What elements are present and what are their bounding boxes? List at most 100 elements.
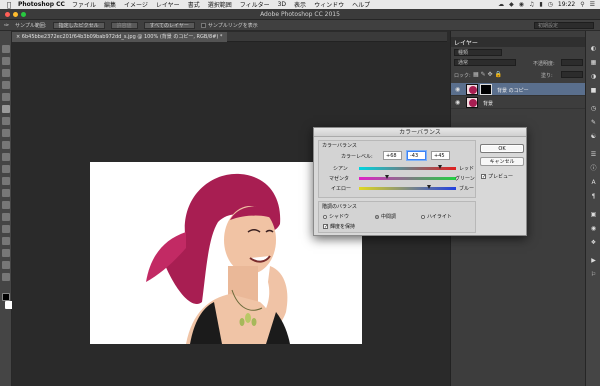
blend-mode-select[interactable]: 通常 bbox=[454, 59, 516, 66]
opacity-field[interactable] bbox=[561, 59, 583, 66]
apple-icon[interactable]:  bbox=[0, 1, 18, 9]
swatches-panel-icon[interactable]: ▦ bbox=[590, 59, 597, 66]
ok-button[interactable]: OK bbox=[480, 144, 524, 153]
yellow-blue-slider[interactable] bbox=[359, 185, 456, 190]
magenta-green-level-field[interactable]: -43 bbox=[407, 151, 426, 160]
history-panel-icon[interactable]: ◷ bbox=[590, 105, 597, 112]
cloud-icon[interactable]: ☁ bbox=[498, 1, 504, 8]
preserve-luminosity-checkbox[interactable]: ✓ 輝度を保持 bbox=[323, 223, 355, 230]
gradient-tool-icon[interactable] bbox=[2, 177, 10, 185]
channels-panel-icon[interactable]: ◉ bbox=[590, 225, 597, 232]
kind-filter-select[interactable]: 種類 bbox=[454, 49, 502, 56]
menu-list-icon[interactable]: ☰ bbox=[590, 1, 595, 8]
cyan-red-level-field[interactable]: +68 bbox=[383, 151, 402, 160]
eyedropper-tool-button[interactable] bbox=[2, 105, 10, 113]
healing-brush-tool-icon[interactable] bbox=[2, 117, 10, 125]
navigator-panel-icon[interactable]: ⚐ bbox=[590, 271, 597, 278]
lock-icons[interactable]: ▦ ✎ ✥ 🔒 bbox=[473, 71, 502, 78]
menu-image[interactable]: イメージ bbox=[124, 0, 148, 9]
radio-circle[interactable] bbox=[421, 214, 425, 219]
dodge-tool-icon[interactable] bbox=[2, 201, 10, 209]
volume-icon[interactable]: ♫ bbox=[529, 1, 534, 8]
menu-type[interactable]: 書式 bbox=[188, 0, 200, 9]
yellow-blue-level-field[interactable]: +45 bbox=[431, 151, 450, 160]
tolerance-select[interactable]: 許容値 bbox=[110, 21, 138, 29]
blur-tool-icon[interactable] bbox=[2, 189, 10, 197]
sample-layers-select[interactable]: すべてのレイヤー bbox=[143, 21, 195, 29]
eye-icon[interactable]: ◉ bbox=[455, 86, 460, 93]
cancel-button[interactable]: キャンセル bbox=[480, 157, 524, 166]
menu-window[interactable]: ウィンドウ bbox=[314, 0, 344, 9]
move-tool-icon[interactable] bbox=[2, 45, 10, 53]
app-menu[interactable]: Photoshop CC bbox=[18, 1, 65, 8]
layer-row-background[interactable]: ◉ 背景 bbox=[451, 96, 586, 109]
eraser-tool-icon[interactable] bbox=[2, 165, 10, 173]
document-tab[interactable]: × 6b45bbe2372ec201f64b3b09bab972dd_s.jpg… bbox=[12, 32, 227, 42]
dropbox-icon[interactable]: ◆ bbox=[509, 1, 514, 8]
lasso-tool-icon[interactable] bbox=[2, 69, 10, 77]
sampling-ring-checkbox[interactable]: サンプルリングを表示 bbox=[200, 22, 258, 29]
brush-panel-icon[interactable]: ✎ bbox=[590, 119, 597, 126]
highlights-radio[interactable]: ハイライト bbox=[421, 213, 452, 220]
zoom-tool-icon[interactable] bbox=[2, 273, 10, 281]
midtones-radio[interactable]: 中間調 bbox=[375, 213, 396, 220]
tab-layers[interactable]: レイヤー bbox=[454, 38, 478, 47]
layer-mask-thumbnail[interactable] bbox=[480, 84, 492, 95]
paragraph-panel-icon[interactable]: ¶ bbox=[590, 193, 597, 200]
quick-select-tool-icon[interactable] bbox=[2, 81, 10, 89]
marquee-tool-icon[interactable] bbox=[2, 57, 10, 65]
radio-circle-selected[interactable] bbox=[375, 214, 379, 219]
workspace-select[interactable]: 初期設定 bbox=[534, 21, 594, 29]
properties-panel-icon[interactable]: ☰ bbox=[590, 151, 597, 158]
eye-icon[interactable]: ◉ bbox=[455, 99, 460, 106]
shape-tool-icon[interactable] bbox=[2, 249, 10, 257]
paths-panel-icon[interactable]: ❖ bbox=[590, 239, 597, 246]
yellow-blue-slider-knob[interactable] bbox=[427, 185, 432, 189]
preview-checkbox[interactable]: ✓ プレビュー bbox=[481, 173, 513, 180]
cyan-red-slider-knob[interactable] bbox=[438, 165, 443, 169]
checkmark-icon[interactable]: ✓ bbox=[481, 174, 486, 180]
menu-select[interactable]: 選択範囲 bbox=[208, 0, 232, 9]
foreground-color-swatch[interactable] bbox=[2, 293, 10, 301]
styles-panel-icon[interactable]: ■ bbox=[590, 87, 597, 94]
menu-3d[interactable]: 3D bbox=[278, 1, 286, 8]
history-brush-tool-icon[interactable] bbox=[2, 153, 10, 161]
shadows-radio[interactable]: シャドウ bbox=[323, 213, 349, 220]
checkbox-box[interactable] bbox=[200, 22, 206, 28]
crop-tool-icon[interactable] bbox=[2, 93, 10, 101]
menu-file[interactable]: ファイル bbox=[72, 0, 96, 9]
search-icon[interactable]: ⚲ bbox=[580, 1, 584, 8]
clone-source-panel-icon[interactable]: ☯ bbox=[590, 133, 597, 140]
cyan-red-slider[interactable] bbox=[359, 165, 456, 170]
path-select-tool-icon[interactable] bbox=[2, 237, 10, 245]
shadows-label: シャドウ bbox=[329, 214, 350, 220]
pen-tool-icon[interactable] bbox=[2, 213, 10, 221]
clone-stamp-tool-icon[interactable] bbox=[2, 141, 10, 149]
radio-circle[interactable] bbox=[323, 214, 327, 219]
menu-view[interactable]: 表示 bbox=[294, 0, 306, 9]
actions-panel-icon[interactable]: ▶ bbox=[590, 257, 597, 264]
eyedropper-tool-icon[interactable]: ✑ bbox=[4, 22, 9, 29]
wifi-icon[interactable]: ◉ bbox=[519, 1, 524, 8]
menubar-clock[interactable]: 19:22 bbox=[558, 1, 575, 8]
menu-edit[interactable]: 編集 bbox=[104, 0, 116, 9]
menu-layer[interactable]: レイヤー bbox=[156, 0, 180, 9]
battery-icon[interactable]: ▮ bbox=[539, 1, 542, 8]
fill-field[interactable] bbox=[561, 71, 583, 78]
brush-tool-icon[interactable] bbox=[2, 129, 10, 137]
layers-panel-icon[interactable]: ▣ bbox=[590, 211, 597, 218]
lock-label: ロック: bbox=[454, 73, 471, 79]
sample-size-select[interactable]: 指定したピクセル bbox=[52, 21, 105, 29]
character-panel-icon[interactable]: A bbox=[590, 179, 597, 186]
magenta-green-slider[interactable] bbox=[359, 175, 456, 180]
menu-help[interactable]: ヘルプ bbox=[352, 0, 370, 9]
magenta-green-slider-knob[interactable] bbox=[384, 175, 389, 179]
info-panel-icon[interactable]: ⓘ bbox=[590, 165, 597, 172]
checkmark-icon[interactable]: ✓ bbox=[323, 224, 328, 230]
menu-filter[interactable]: フィルター bbox=[240, 0, 270, 9]
hand-tool-icon[interactable] bbox=[2, 261, 10, 269]
layer-row-background-copy[interactable]: ◉ 背景 のコピー bbox=[451, 83, 586, 96]
type-tool-icon[interactable] bbox=[2, 225, 10, 233]
color-panel-icon[interactable]: ◐ bbox=[590, 45, 597, 52]
adjustments-panel-icon[interactable]: ◑ bbox=[590, 73, 597, 80]
